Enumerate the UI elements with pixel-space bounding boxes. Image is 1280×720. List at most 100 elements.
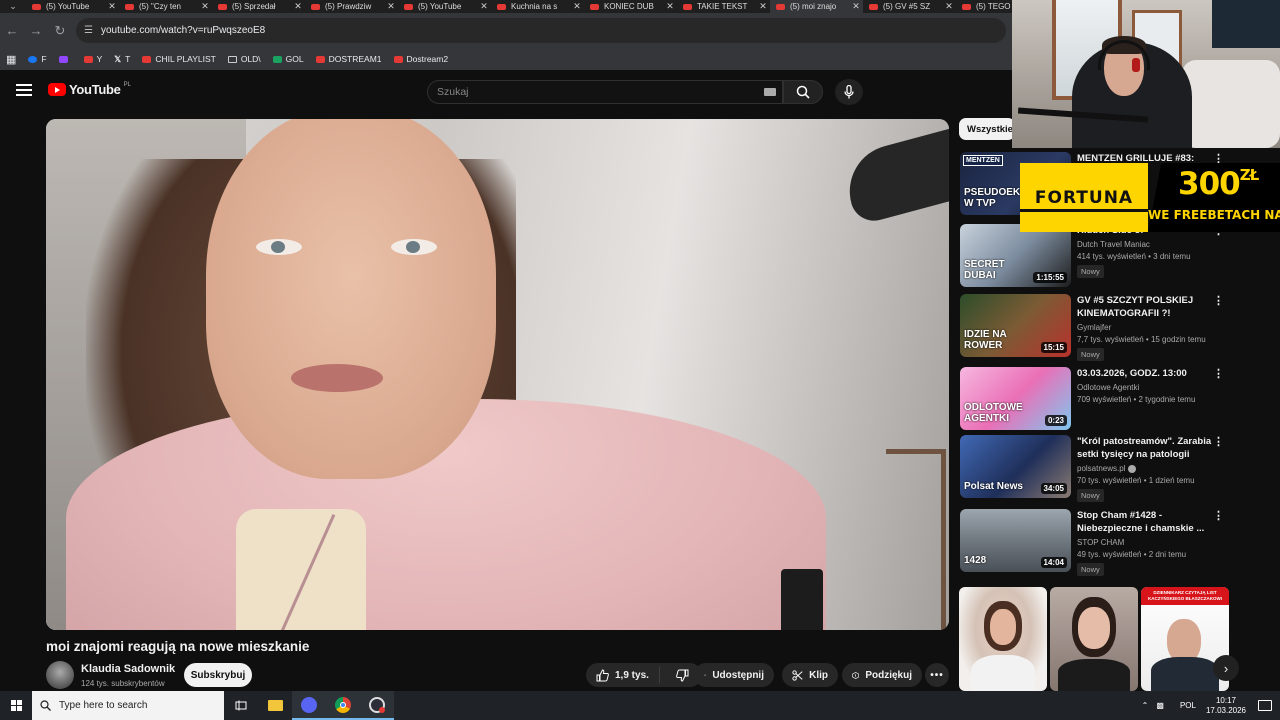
tab-search-icon[interactable]: ⌄ <box>0 0 26 13</box>
youtube-logo[interactable]: YouTube PL <box>48 82 131 97</box>
bookmark-item[interactable]: Y <box>83 54 102 65</box>
close-tab-icon[interactable]: ✕ <box>291 1 305 12</box>
bookmark-item[interactable]: GOL <box>272 54 304 65</box>
thanks-label: Podziękuj <box>865 669 912 681</box>
close-tab-icon[interactable]: ✕ <box>105 1 119 12</box>
video-thumbnail[interactable]: Polsat News 34:05 <box>960 435 1071 498</box>
video-thumbnail[interactable]: SECRET DUBAI 1:15:55 <box>960 224 1071 287</box>
video-channel[interactable]: polsatnews.pl <box>1077 464 1217 473</box>
subscribe-button[interactable]: Subskrybuj <box>184 663 252 687</box>
short-thumbnail[interactable] <box>959 587 1047 691</box>
close-tab-icon[interactable]: ✕ <box>198 1 212 12</box>
browser-tab[interactable]: (5) Prawdziw ✕ <box>305 0 398 13</box>
video-title[interactable]: 03.03.2026, GODZ. 13:00 <box>1077 367 1217 380</box>
browser-tab[interactable]: (5) GV #5 SZ ✕ <box>863 0 956 13</box>
browser-tab[interactable]: TAKIE TEKST ✕ <box>677 0 770 13</box>
bookmark-item[interactable]: 𝕏T <box>114 54 130 65</box>
menu-hamburger-icon[interactable] <box>16 84 32 96</box>
start-button[interactable] <box>0 691 32 720</box>
tray-overflow-chevron-icon[interactable]: ⌃ <box>1142 701 1149 710</box>
obs-icon[interactable] <box>360 691 394 720</box>
search-button[interactable] <box>783 80 823 104</box>
discord-icon[interactable] <box>292 691 326 720</box>
chrome-icon[interactable] <box>326 691 360 720</box>
video-channel[interactable]: Odlotowe Agentki <box>1077 383 1217 392</box>
video-channel[interactable]: Dutch Travel Maniac <box>1077 240 1217 249</box>
file-explorer-icon[interactable] <box>258 691 292 720</box>
bookmark-item[interactable]: DOSTREAM1 <box>315 54 382 65</box>
browser-tab[interactable]: (5) moi znajo ✕ <box>770 0 863 13</box>
video-title[interactable]: GV #5 SZCZYT POLSKIEJ KINEMATOGRAFII ?! <box>1077 294 1217 320</box>
thanks-button[interactable]: Podziękuj <box>842 663 922 687</box>
close-tab-icon[interactable]: ✕ <box>849 1 863 12</box>
taskbar-search-input[interactable]: Type here to search <box>32 691 224 720</box>
clip-label: Klip <box>809 669 828 681</box>
youtube-favicon-icon <box>404 3 413 10</box>
site-info-icon[interactable]: ☰ <box>84 25 93 36</box>
forward-arrow-icon[interactable]: → <box>24 23 48 38</box>
close-tab-icon[interactable]: ✕ <box>756 1 770 12</box>
more-vertical-icon[interactable]: ⋮ <box>1213 435 1224 448</box>
apps-grid-icon[interactable]: ▦ <box>6 53 16 66</box>
close-tab-icon[interactable]: ✕ <box>570 1 584 12</box>
short-figure <box>1058 659 1130 691</box>
browser-tab[interactable]: (5) Sprzedał ✕ <box>212 0 305 13</box>
video-title[interactable]: "Król patostreamów". Zarabia setki tysię… <box>1077 435 1217 461</box>
channel-avatar[interactable] <box>46 661 74 689</box>
more-actions-button[interactable]: ••• <box>925 663 949 687</box>
video-thumbnail[interactable]: IDZIE NA ROWER 15:15 <box>960 294 1071 357</box>
close-tab-icon[interactable]: ✕ <box>384 1 398 12</box>
browser-tab[interactable]: Kuchnia na s ✕ <box>491 0 584 13</box>
browser-tab[interactable]: (5) "Czy ten ✕ <box>119 0 212 13</box>
video-title[interactable]: Stop Cham #1428 - Niebezpieczne i chamsk… <box>1077 509 1217 535</box>
filter-chip-all[interactable]: Wszystkie <box>959 118 1015 140</box>
youtube-favicon-icon <box>311 3 320 10</box>
shorts-next-button[interactable]: › <box>1213 655 1239 681</box>
browser-tab[interactable]: KONIEC DUB ✕ <box>584 0 677 13</box>
video-frame-top <box>236 509 366 630</box>
clip-button[interactable]: Klip <box>782 663 838 687</box>
ad-amount: 300ZŁ <box>1178 166 1259 202</box>
recommended-video[interactable]: ODLOTOWE AGENTKI 0:23 03.03.2026, GODZ. 13… <box>960 367 1230 431</box>
bookmark-item[interactable]: CHIL PLAYLIST <box>142 54 216 65</box>
bookmark-item[interactable]: Dostream2 <box>393 54 448 65</box>
more-vertical-icon[interactable]: ⋮ <box>1213 294 1224 307</box>
share-button[interactable]: Udostępnij <box>694 663 774 687</box>
bookmark-item[interactable]: OLD\ <box>227 54 261 65</box>
bookmark-item[interactable] <box>58 54 72 65</box>
more-vertical-icon[interactable]: ⋮ <box>1213 367 1224 380</box>
clock[interactable]: 10:17 17.03.2026 <box>1206 696 1246 716</box>
video-thumbnail[interactable]: 1428 14:04 <box>960 509 1071 572</box>
language-indicator[interactable]: POL <box>1180 701 1196 710</box>
recommended-video[interactable]: SECRET DUBAI 1:15:55 Hidden Side ofDutch T… <box>960 224 1230 288</box>
like-button[interactable]: 1,9 tys. <box>586 667 660 683</box>
more-vertical-icon[interactable]: ⋮ <box>1213 509 1224 522</box>
browser-tab[interactable]: (5) YouTube ✕ <box>398 0 491 13</box>
recommended-video[interactable]: 1428 14:04 Stop Cham #1428 - Niebezpieczne… <box>960 509 1230 576</box>
browser-tab[interactable]: (5) YouTube ✕ <box>26 0 119 13</box>
keyboard-icon[interactable] <box>764 88 776 96</box>
search-input[interactable]: Szukaj <box>427 80 783 104</box>
short-thumbnail[interactable] <box>1050 587 1138 691</box>
video-thumbnail[interactable]: ODLOTOWE AGENTKI 0:23 <box>960 367 1071 430</box>
close-tab-icon[interactable]: ✕ <box>663 1 677 12</box>
notification-center-icon[interactable] <box>1258 700 1272 711</box>
network-icon[interactable]: ▩ <box>1156 701 1164 710</box>
channel-name[interactable]: Klaudia Sadownik <box>81 663 175 675</box>
voice-search-button[interactable] <box>835 79 863 105</box>
address-bar[interactable]: ☰ youtube.com/watch?v=ruPwqszeoE8 <box>76 18 1006 43</box>
reload-icon[interactable]: ↻ <box>48 23 72 39</box>
close-tab-icon[interactable]: ✕ <box>942 1 956 12</box>
recommended-video[interactable]: IDZIE NA ROWER 15:15 GV #5 SZCZYT POLSKIEJ… <box>960 294 1230 361</box>
video-channel[interactable]: Gymlajfer <box>1077 323 1217 332</box>
video-channel[interactable]: STOP CHAM <box>1077 538 1217 547</box>
bookmark-item[interactable]: F <box>28 54 47 65</box>
task-view-icon[interactable] <box>224 691 258 720</box>
back-arrow-icon[interactable]: ← <box>0 23 24 38</box>
video-channel-name: Odlotowe Agentki <box>1077 383 1140 392</box>
close-tab-icon[interactable]: ✕ <box>477 1 491 12</box>
ad-brand: FORTUNA <box>1034 187 1134 208</box>
recommended-video[interactable]: Polsat News 34:05 "Król patostreamów". Zar… <box>960 435 1230 502</box>
clock-date: 17.03.2026 <box>1205 705 1246 715</box>
video-player[interactable] <box>46 119 949 630</box>
